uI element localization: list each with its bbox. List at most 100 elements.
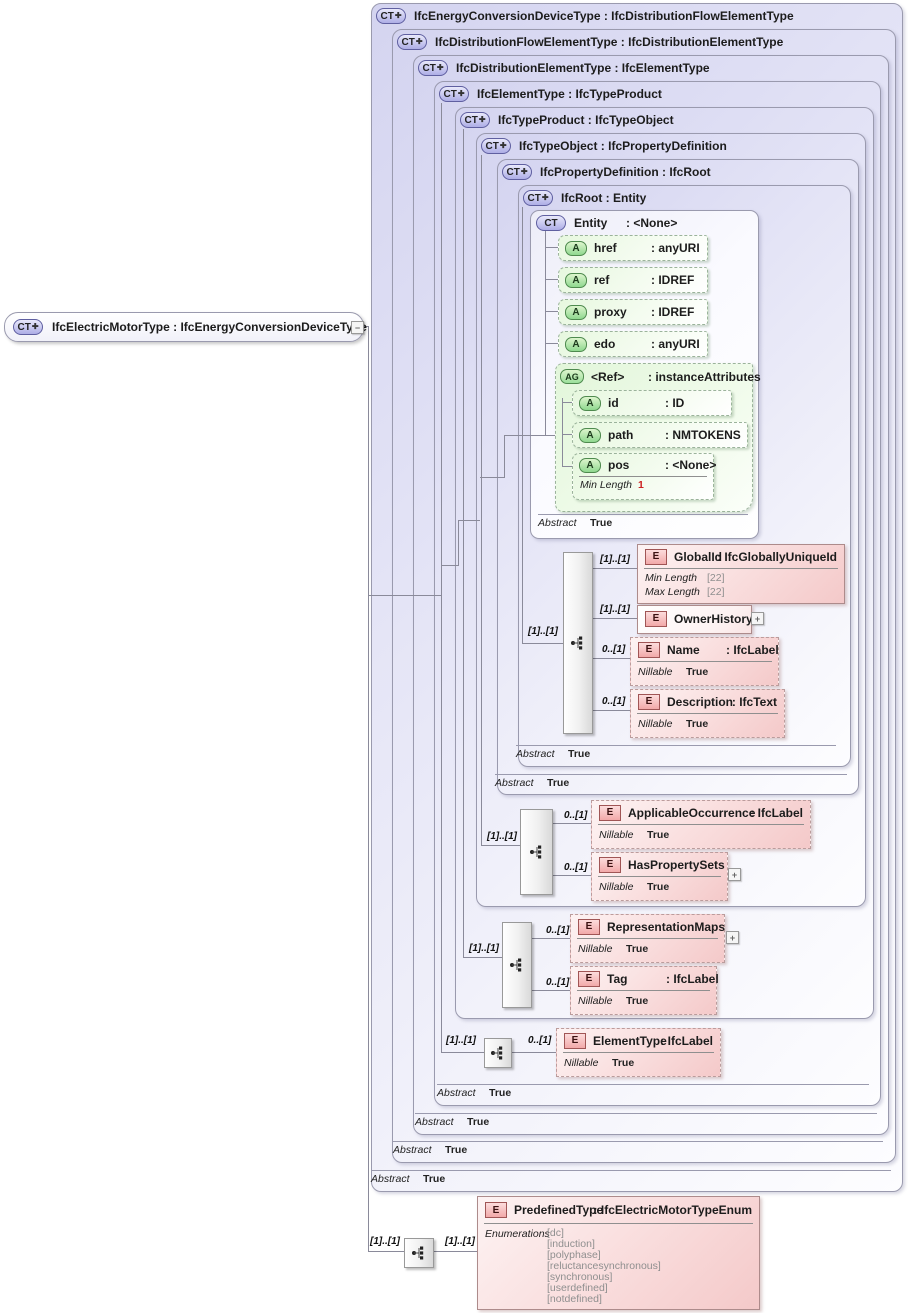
header-title: IfcDistributionFlowElementType : IfcDist…	[435, 35, 784, 49]
multiplicity-label: 0..[1]	[602, 644, 626, 655]
facet-value: True	[590, 517, 613, 529]
connector-line	[545, 279, 558, 280]
connector-line	[545, 343, 558, 344]
expand-toggle[interactable]: +	[726, 931, 739, 944]
connector-line	[504, 435, 505, 478]
element-predefinedtype[interactable]: E PredefinedType : IfcElectricMotorTypeE…	[477, 1196, 760, 1310]
attribute-type: : IDREF	[651, 305, 695, 319]
attribute-name: pos	[608, 458, 630, 472]
element-type: : IfcLabel	[660, 1033, 713, 1048]
facet-label: Nillable	[578, 995, 613, 1007]
header-title: IfcEnergyConversionDeviceType : IfcDistr…	[414, 9, 794, 23]
element-name: ApplicableOccurrence	[628, 805, 756, 820]
enumeration-values: [dc] [induction] [polyphase] [reluctance…	[547, 1228, 661, 1305]
sequence-indicator	[404, 1238, 434, 1268]
element-name[interactable]: E Name : IfcLabel Nillable True	[630, 637, 779, 686]
facet-label: Abstract	[371, 1173, 410, 1185]
connector-line	[522, 643, 563, 644]
attribute-edo[interactable]: A edo : anyURI	[558, 331, 708, 357]
element-badge: E	[485, 1202, 507, 1218]
facet-label: Abstract	[495, 777, 534, 789]
facet-label: Nillable	[638, 718, 673, 730]
attribute-group-type: : instanceAttributes	[648, 369, 761, 384]
header-title: Entity	[574, 216, 608, 230]
separator	[393, 1141, 883, 1142]
expand-toggle[interactable]: +	[728, 868, 741, 881]
connector-line	[591, 568, 637, 569]
header-ifctypeobject: CT ✚ IfcTypeObject : IfcPropertyDefinitio…	[481, 136, 727, 156]
multiplicity-label: [1]..[1]	[528, 626, 558, 637]
multiplicity-label: [1]..[1]	[469, 943, 499, 954]
collapse-toggle[interactable]: −	[351, 321, 364, 334]
element-ownerhistory[interactable]: E OwnerHistory	[637, 605, 753, 634]
multiplicity-label: [1]..[1]	[446, 1035, 476, 1046]
header-ifcenergyconversiondevicetype: CT ✚ IfcEnergyConversionDeviceType : IfcD…	[376, 6, 794, 26]
element-elementtype[interactable]: E ElementType : IfcLabel Nillable True	[556, 1028, 721, 1077]
element-type: : IfcLabel	[750, 805, 803, 820]
sequence-indicator	[502, 922, 532, 1008]
attribute-ref[interactable]: A ref : IDREF	[558, 267, 708, 293]
complex-type-icon: CT ✚	[460, 112, 490, 128]
header-ifcpropertydefinition: CT ✚ IfcPropertyDefinition : IfcRoot	[502, 162, 711, 182]
connector-line	[522, 207, 523, 643]
attribute-badge: A	[565, 336, 587, 352]
header-ifcdistributionelementtype: CT ✚ IfcDistributionElementType : IfcElem…	[418, 58, 710, 78]
attribute-type: : anyURI	[651, 337, 700, 351]
root-element-label: IfcElectricMotorType : IfcEnergyConversi…	[52, 320, 367, 334]
abstract-facet-entity: Abstract True	[538, 517, 612, 529]
facet-label: Nillable	[599, 881, 634, 893]
element-representationmaps[interactable]: E RepresentationMaps Nillable True	[570, 914, 725, 963]
header-title: IfcPropertyDefinition : IfcRoot	[540, 165, 711, 179]
multiplicity-label: 0..[1]	[546, 977, 570, 988]
connector-line	[481, 155, 482, 845]
connector-line	[368, 1251, 404, 1252]
complex-type-icon: CT ✚	[481, 138, 511, 154]
element-applicableoccurrence[interactable]: E ApplicableOccurrence : IfcLabel Nillab…	[591, 800, 811, 849]
header-entity: CT Entity : <None>	[536, 213, 677, 233]
attribute-id[interactable]: A id : ID	[572, 390, 732, 416]
element-globalid[interactable]: E GlobalId : IfcGloballyUniqueId Min Len…	[637, 544, 845, 604]
multiplicity-label: [1]..[1]	[370, 1236, 400, 1247]
element-name: ElementType	[593, 1033, 667, 1048]
facet-value: True	[626, 995, 649, 1007]
element-badge: E	[599, 804, 621, 821]
element-name: OwnerHistory	[674, 611, 753, 626]
expand-toggle[interactable]: +	[751, 612, 764, 625]
element-description[interactable]: E Description : IfcText Nillable True	[630, 689, 785, 738]
facet-label: Abstract	[393, 1144, 432, 1156]
connector-line	[481, 845, 520, 846]
element-badge: E	[645, 548, 667, 565]
complex-type-icon: CT ✚	[523, 190, 553, 206]
multiplicity-label: 0..[1]	[564, 862, 588, 873]
complex-type-icon: CT ✚	[397, 34, 427, 50]
root-element-ifcelectricmotortype[interactable]: CT ✚ IfcElectricMotorType : IfcEnergyConv…	[4, 312, 367, 342]
facet-value: [22]	[707, 586, 725, 598]
attribute-badge: A	[579, 395, 601, 411]
connector-line	[368, 326, 369, 1251]
attribute-href[interactable]: A href : anyURI	[558, 235, 708, 261]
element-haspropertysets[interactable]: E HasPropertySets Nillable True	[591, 852, 728, 901]
attribute-pos[interactable]: A pos : <None> Min Length 1	[572, 453, 716, 500]
sequence-icon	[571, 636, 583, 650]
element-tag[interactable]: E Tag : IfcLabel Nillable True	[570, 966, 719, 1015]
element-badge: E	[578, 970, 600, 987]
connector-line	[463, 129, 464, 957]
connector-line	[441, 103, 442, 1052]
element-name: GlobalId	[674, 549, 722, 564]
facet-value: True	[568, 748, 591, 760]
abstract-facet-ifcenergyconversiondevicetype: Abstract True	[371, 1173, 445, 1185]
facet-label: Max Length	[645, 586, 700, 598]
attribute-proxy[interactable]: A proxy : IDREF	[558, 299, 708, 325]
facet-value: True	[647, 829, 670, 841]
element-type: : IfcGloballyUniqueId	[716, 549, 837, 564]
attribute-badge: A	[579, 427, 601, 443]
element-name: Name	[667, 642, 700, 657]
attribute-path[interactable]: A path : NMTOKENS	[572, 422, 748, 448]
abstract-facet-ifcelementtype: Abstract True	[437, 1087, 511, 1099]
facet-label: Abstract	[516, 748, 555, 760]
attribute-name: path	[608, 428, 634, 442]
facet-value: True	[686, 666, 709, 678]
connector-line	[562, 402, 572, 403]
connector-line	[551, 875, 591, 876]
attribute-type: : IDREF	[651, 273, 695, 287]
